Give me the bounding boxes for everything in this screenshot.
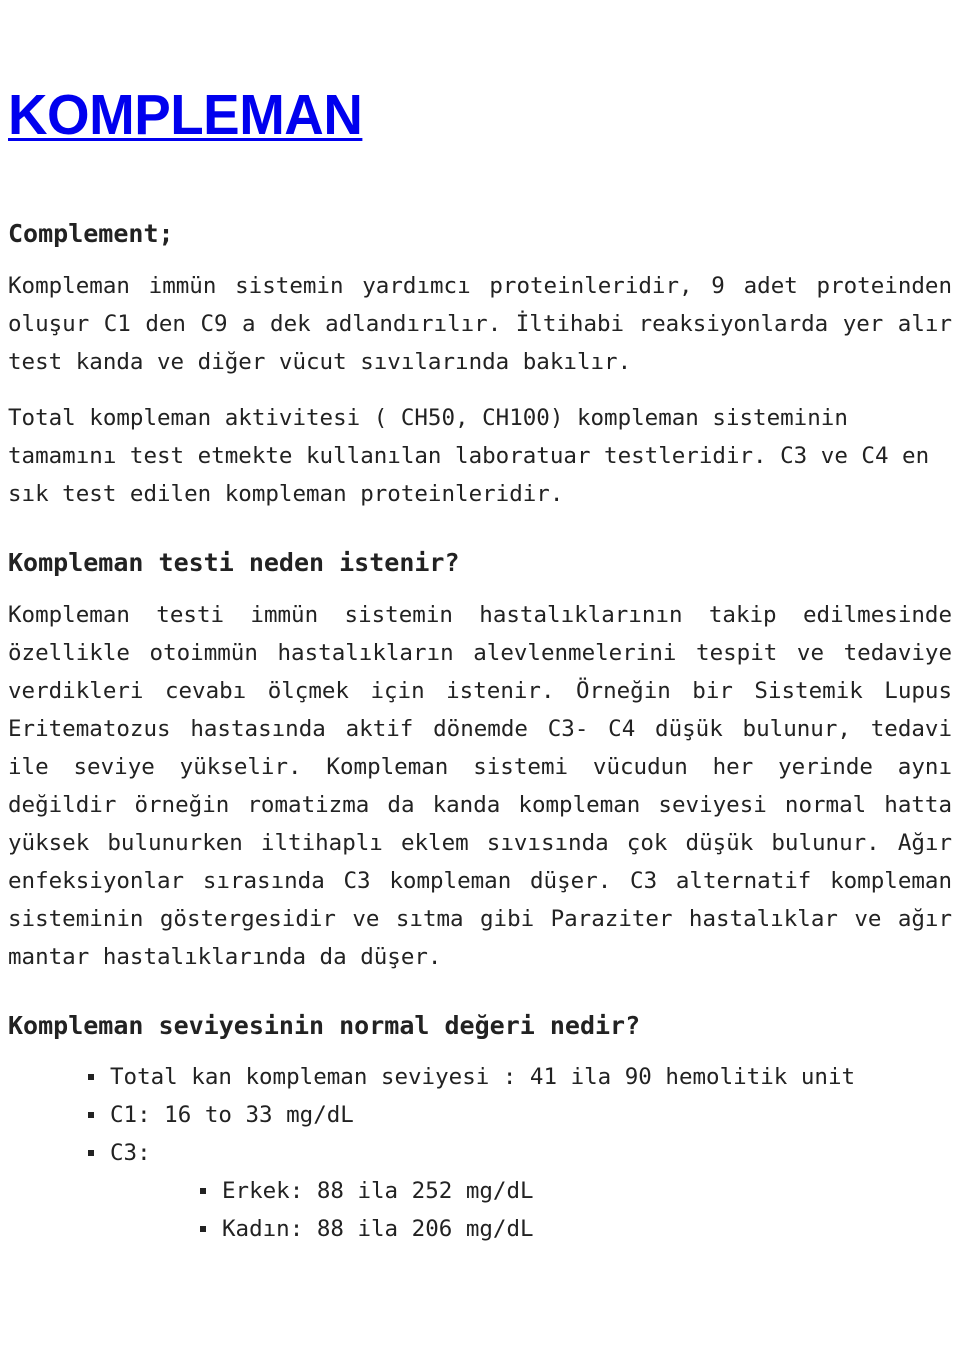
list-item: Erkek: 88 ila 252 mg/dL	[200, 1172, 952, 1210]
bottom-spacer	[8, 1248, 952, 1262]
section-heading-why-test: Kompleman testi neden istenir?	[8, 548, 460, 578]
list-item-label: Total kan kompleman seviyesi : 41 ila 90…	[110, 1064, 856, 1091]
square-bullet-icon	[200, 1188, 206, 1195]
list-item: C3: Erkek: 88 ila 252 mg/dL Kadın: 88 il…	[88, 1134, 952, 1248]
square-bullet-icon	[200, 1226, 206, 1233]
c3-sublist: Erkek: 88 ila 252 mg/dL Kadın: 88 ila 20…	[110, 1172, 952, 1248]
square-bullet-icon	[88, 1074, 94, 1081]
document-page: KOMPLEMAN Complement; Kompleman immün si…	[0, 0, 960, 1262]
intro-paragraph-2: Total kompleman aktivitesi ( CH50, CH100…	[8, 405, 930, 508]
normal-values-list: Total kan kompleman seviyesi : 41 ila 90…	[8, 1058, 952, 1248]
list-item: Kadın: 88 ila 206 mg/dL	[200, 1210, 952, 1248]
list-item-label: Kadın: 88 ila 206 mg/dL	[222, 1216, 534, 1243]
list-item-label: C1: 16 to 33 mg/dL	[110, 1102, 354, 1129]
list-item: Total kan kompleman seviyesi : 41 ila 90…	[88, 1058, 952, 1096]
intro-paragraph-1: Kompleman immün sistemin yardımcı protei…	[8, 273, 952, 376]
list-item: C1: 16 to 33 mg/dL	[88, 1096, 952, 1134]
list-item-label: C3:	[110, 1140, 151, 1167]
document-subtitle: Complement;	[8, 218, 174, 248]
section-why-paragraph: Kompleman testi immün sistemin hastalıkl…	[8, 601, 952, 970]
document-title-container: KOMPLEMAN	[8, 0, 952, 146]
square-bullet-icon	[88, 1112, 94, 1119]
square-bullet-icon	[88, 1150, 94, 1157]
document-title-link[interactable]: KOMPLEMAN	[8, 85, 363, 146]
list-item-label: Erkek: 88 ila 252 mg/dL	[222, 1178, 534, 1205]
section-heading-normal-values: Kompleman seviyesinin normal değeri nedi…	[8, 1010, 641, 1040]
